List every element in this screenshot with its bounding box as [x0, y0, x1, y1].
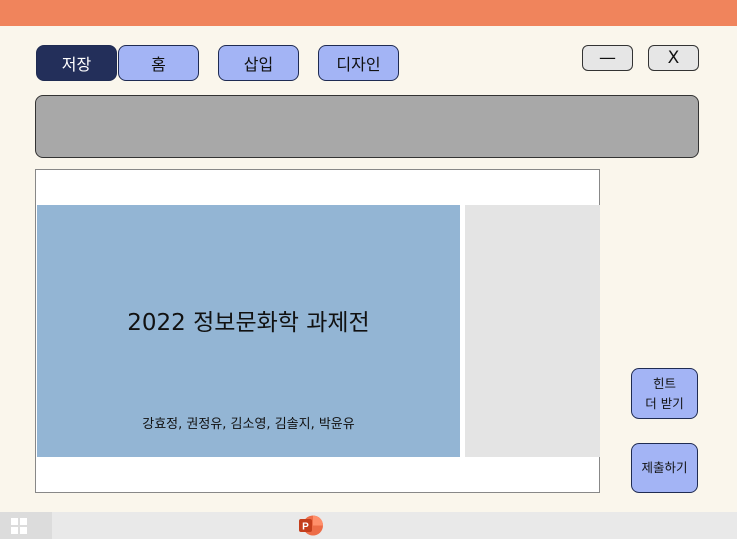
- slide-canvas: 2022 정보문화학 과제전 강효정, 권정유, 김소영, 김솔지, 박윤유: [35, 169, 600, 493]
- tab-insert[interactable]: 삽입: [218, 45, 299, 81]
- slide-side-panel: [465, 205, 600, 457]
- hint-button-line1: 힌트: [652, 375, 676, 391]
- save-button[interactable]: 저장: [36, 45, 117, 81]
- start-button[interactable]: [0, 512, 52, 539]
- powerpoint-icon-letter: P: [302, 522, 309, 533]
- tab-home[interactable]: 홈: [118, 45, 199, 81]
- submit-button-label: 제출하기: [641, 460, 688, 475]
- close-button[interactable]: X: [648, 45, 699, 71]
- windows-logo-icon: [11, 518, 27, 534]
- window-title-bar: [0, 0, 737, 26]
- ribbon-panel: [35, 95, 699, 158]
- powerpoint-icon[interactable]: P: [299, 515, 323, 536]
- tab-design[interactable]: 디자인: [318, 45, 399, 81]
- minimize-button[interactable]: —: [582, 45, 633, 71]
- hint-button-line2: 더 받기: [645, 395, 684, 411]
- slide-title-box[interactable]: 2022 정보문화학 과제전 강효정, 권정유, 김소영, 김솔지, 박윤유: [37, 205, 460, 457]
- slide-title: 2022 정보문화학 과제전: [127, 310, 370, 336]
- submit-button[interactable]: 제출하기: [631, 443, 698, 493]
- hint-button[interactable]: 힌트 더 받기: [631, 368, 698, 419]
- slide-authors: 강효정, 권정유, 김소영, 김솔지, 박윤유: [142, 417, 355, 432]
- taskbar: P: [0, 512, 737, 539]
